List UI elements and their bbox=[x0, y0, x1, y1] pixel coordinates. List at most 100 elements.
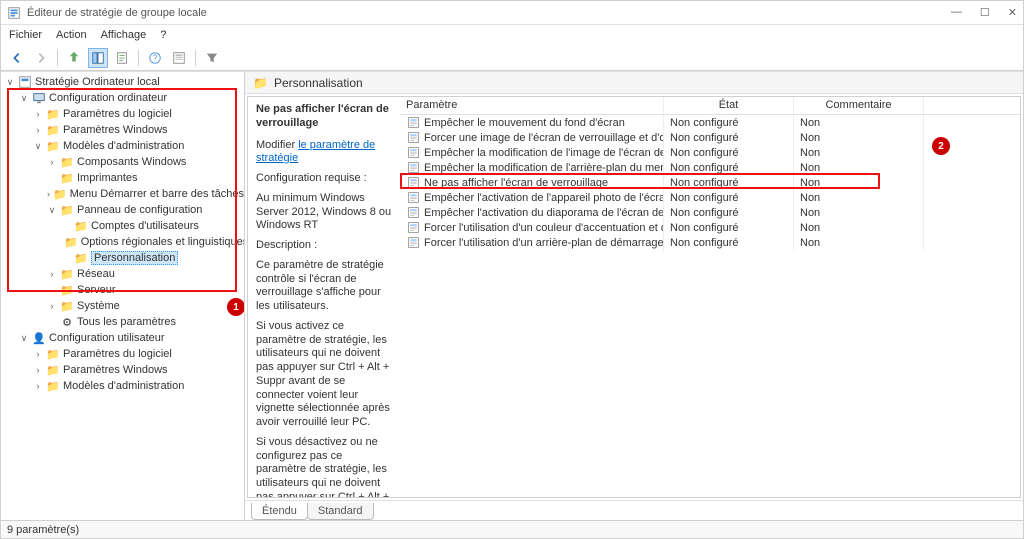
toolbar-separator-3 bbox=[195, 50, 196, 66]
maximize-button[interactable]: ☐ bbox=[980, 6, 990, 19]
view-tabs: Étendu Standard bbox=[245, 500, 1023, 520]
col-state[interactable]: État bbox=[664, 97, 794, 114]
status-text: 9 paramètre(s) bbox=[7, 524, 79, 536]
tab-standard[interactable]: Standard bbox=[307, 503, 374, 520]
policy-icon bbox=[18, 76, 32, 89]
window-title: Éditeur de stratégie de groupe locale bbox=[27, 7, 207, 19]
detail-desc-label: Description : bbox=[256, 239, 392, 253]
tree-all-settings[interactable]: ⚙Tous les paramètres bbox=[47, 314, 244, 330]
tree-user-config[interactable]: ∨👤Configuration utilisateur bbox=[19, 330, 244, 346]
detail-desc-p2: Si vous activez ce paramètre de stratégi… bbox=[256, 320, 392, 430]
col-parameter[interactable]: Paramètre bbox=[400, 97, 664, 114]
row-comment: Non bbox=[794, 220, 924, 236]
close-button[interactable]: ✕ bbox=[1008, 6, 1017, 19]
tree-label: Configuration utilisateur bbox=[49, 332, 165, 344]
row-parameter: Forcer l'utilisation d'un arrière-plan d… bbox=[400, 234, 664, 252]
folder-icon: 📁 bbox=[46, 348, 60, 361]
right-panel-body: Ne pas afficher l'écran de verrouillage … bbox=[247, 96, 1021, 498]
tree-software-settings[interactable]: ›📁Paramètres du logiciel bbox=[33, 106, 244, 122]
user-icon: 👤 bbox=[32, 332, 46, 345]
computer-icon bbox=[32, 92, 46, 105]
row-state: Non configuré bbox=[664, 160, 794, 176]
row-state: Non configuré bbox=[664, 205, 794, 221]
list-row[interactable]: Forcer l'utilisation d'un arrière-plan d… bbox=[400, 235, 1020, 250]
row-state: Non configuré bbox=[664, 235, 794, 251]
folder-icon: 📁 bbox=[60, 268, 74, 281]
window-controls: — ☐ ✕ bbox=[951, 6, 1017, 19]
folder-icon: 📁 bbox=[60, 172, 74, 185]
properties-button[interactable] bbox=[169, 48, 189, 68]
tree-windows-components[interactable]: ›📁Composants Windows bbox=[47, 154, 244, 170]
tree-u-windows[interactable]: ›📁Paramètres Windows bbox=[33, 362, 244, 378]
policy-setting-icon bbox=[406, 176, 420, 190]
minimize-button[interactable]: — bbox=[951, 6, 962, 19]
tree-computer-config[interactable]: ∨ Configuration ordinateur bbox=[19, 90, 244, 106]
tree-u-software[interactable]: ›📁Paramètres du logiciel bbox=[33, 346, 244, 362]
folder-icon: 📁 bbox=[253, 76, 268, 90]
policy-setting-icon bbox=[406, 146, 420, 160]
right-panel: 📁 Personnalisation Ne pas afficher l'écr… bbox=[245, 72, 1023, 520]
toolbar-separator bbox=[57, 50, 58, 66]
tree-label: Stratégie Ordinateur local bbox=[35, 76, 160, 88]
row-comment: Non bbox=[794, 205, 924, 221]
policy-tree[interactable]: ∨ Stratégie Ordinateur local ∨ Configura… bbox=[3, 74, 244, 394]
policy-setting-icon bbox=[406, 191, 420, 205]
row-comment: Non bbox=[794, 115, 924, 131]
export-button[interactable] bbox=[112, 48, 132, 68]
menu-view[interactable]: Affichage bbox=[101, 29, 147, 41]
settings-list[interactable]: Paramètre État Commentaire Empêcher le m… bbox=[400, 97, 1020, 497]
back-button[interactable] bbox=[7, 48, 27, 68]
list-header: Paramètre État Commentaire bbox=[400, 97, 1020, 115]
tree-label: Système bbox=[77, 300, 120, 312]
tree-personalization[interactable]: 📁Personnalisation bbox=[61, 250, 244, 266]
forward-button[interactable] bbox=[31, 48, 51, 68]
tree-label: Menu Démarrer et barre des tâches bbox=[70, 188, 244, 200]
tree-system[interactable]: ›📁Système bbox=[47, 298, 244, 314]
tree-user-accounts[interactable]: 📁Comptes d'utilisateurs bbox=[61, 218, 244, 234]
tree-label: Comptes d'utilisateurs bbox=[91, 220, 199, 232]
tree-u-admin[interactable]: ›📁Modèles d'administration bbox=[33, 378, 244, 394]
tree-label: Panneau de configuration bbox=[77, 204, 202, 216]
menu-file[interactable]: Fichier bbox=[9, 29, 42, 41]
policy-setting-icon bbox=[406, 131, 420, 145]
tree-server[interactable]: 📁Serveur bbox=[47, 282, 244, 298]
tree-root[interactable]: ∨ Stratégie Ordinateur local bbox=[5, 74, 244, 90]
policy-setting-icon bbox=[406, 221, 420, 235]
row-comment: Non bbox=[794, 160, 924, 176]
folder-icon: 📁 bbox=[64, 236, 78, 249]
tree-windows-settings[interactable]: ›📁Paramètres Windows bbox=[33, 122, 244, 138]
detail-title: Ne pas afficher l'écran de verrouillage bbox=[256, 103, 392, 131]
up-button[interactable] bbox=[64, 48, 84, 68]
folder-icon: 📁 bbox=[60, 204, 74, 217]
policy-setting-icon bbox=[406, 116, 420, 130]
show-hide-tree-button[interactable] bbox=[88, 48, 108, 68]
detail-modify: Modifier le paramètre de stratégie bbox=[256, 139, 392, 167]
folder-icon: 📁 bbox=[46, 380, 60, 393]
tree-label: Options régionales et linguistiques bbox=[81, 236, 245, 248]
tree-panel[interactable]: ∨ Stratégie Ordinateur local ∨ Configura… bbox=[1, 72, 245, 520]
tab-extended[interactable]: Étendu bbox=[251, 503, 308, 520]
col-comment[interactable]: Commentaire bbox=[794, 97, 924, 114]
policy-setting-icon bbox=[406, 236, 420, 250]
menu-bar: Fichier Action Affichage ? bbox=[1, 25, 1023, 45]
folder-icon: 📁 bbox=[60, 156, 74, 169]
filter-button[interactable] bbox=[202, 48, 222, 68]
tree-start-taskbar[interactable]: ›📁Menu Démarrer et barre des tâches bbox=[47, 186, 244, 202]
menu-action[interactable]: Action bbox=[56, 29, 87, 41]
folder-icon: 📁 bbox=[46, 140, 60, 153]
tree-admin-templates[interactable]: ∨📁Modèles d'administration bbox=[33, 138, 244, 154]
tree-control-panel[interactable]: ∨📁Panneau de configuration bbox=[47, 202, 244, 218]
tree-printers[interactable]: 📁Imprimantes bbox=[47, 170, 244, 186]
tree-regional-lang[interactable]: 📁Options régionales et linguistiques bbox=[61, 234, 244, 250]
settings-icon: ⚙ bbox=[60, 316, 74, 329]
tree-label: Modèles d'administration bbox=[63, 140, 184, 152]
tree-network[interactable]: ›📁Réseau bbox=[47, 266, 244, 282]
right-panel-title: Personnalisation bbox=[274, 76, 363, 90]
help-button[interactable]: ? bbox=[145, 48, 165, 68]
folder-icon: 📁 bbox=[46, 108, 60, 121]
tree-label: Réseau bbox=[77, 268, 115, 280]
row-state: Non configuré bbox=[664, 130, 794, 146]
menu-help[interactable]: ? bbox=[160, 29, 166, 41]
toolbar-separator-2 bbox=[138, 50, 139, 66]
tree-label: Paramètres Windows bbox=[63, 124, 168, 136]
